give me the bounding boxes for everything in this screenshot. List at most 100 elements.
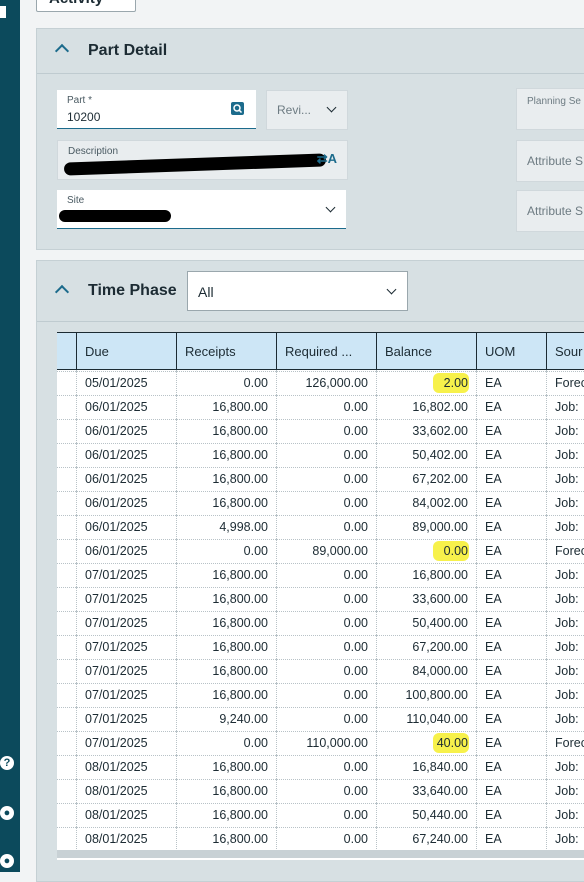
- row-selector[interactable]: [57, 827, 77, 851]
- row-selector[interactable]: [57, 467, 77, 491]
- cell-uom: EA: [477, 539, 547, 563]
- description-field[interactable]: Description ⇄A: [57, 140, 348, 180]
- table-row[interactable]: 06/01/2025 0.00 89,000.00 0.00 EA Forec: [57, 539, 584, 564]
- header-balance[interactable]: Balance: [377, 333, 477, 369]
- cell-source: Job:: [547, 563, 584, 587]
- part-field[interactable]: Part * 10200: [57, 90, 256, 129]
- table-row[interactable]: 07/01/2025 16,800.00 0.00 50,400.00 EA Job:: [57, 611, 584, 636]
- revision-dropdown[interactable]: Revi...: [266, 90, 348, 130]
- redaction-mark: [59, 210, 171, 222]
- time-phase-title: Time Phase: [88, 282, 177, 299]
- site-field[interactable]: Site: [57, 190, 346, 229]
- header-source[interactable]: Sour: [547, 333, 584, 369]
- cell-balance: 33,640.00: [377, 779, 477, 803]
- row-selector[interactable]: [57, 803, 77, 827]
- cell-balance: 67,200.00: [377, 635, 477, 659]
- row-selector[interactable]: [57, 587, 77, 611]
- cell-source: Forec: [547, 731, 584, 755]
- part-detail-header[interactable]: Part Detail: [37, 29, 584, 74]
- translate-icon[interactable]: ⇄A: [317, 151, 337, 167]
- header-receipts[interactable]: Receipts: [177, 333, 277, 369]
- row-selector[interactable]: [57, 683, 77, 707]
- table-row[interactable]: 08/01/2025 16,800.00 0.00 33,640.00 EA Job:: [57, 779, 584, 804]
- cell-required: 0.00: [277, 515, 377, 539]
- table-row[interactable]: 07/01/2025 16,800.00 0.00 100,800.00 EA Job:: [57, 683, 584, 708]
- help-icon[interactable]: ?: [0, 756, 14, 770]
- table-row[interactable]: 07/01/2025 16,800.00 0.00 67,200.00 EA Job:: [57, 635, 584, 660]
- grid-header: Due Receipts Required ... Balance UOM So…: [57, 332, 584, 370]
- row-selector[interactable]: [57, 707, 77, 731]
- table-row[interactable]: 08/01/2025 16,800.00 0.00 50,440.00 EA Job:: [57, 803, 584, 828]
- attribute-field-2[interactable]: Attribute S: [516, 190, 584, 232]
- cell-receipts: 16,800.00: [177, 779, 277, 803]
- header-required[interactable]: Required ...: [277, 333, 377, 369]
- row-selector[interactable]: [57, 731, 77, 755]
- cell-due: 06/01/2025: [77, 443, 177, 467]
- row-selector[interactable]: [57, 419, 77, 443]
- header-uom[interactable]: UOM: [477, 333, 547, 369]
- cell-due: 07/01/2025: [77, 563, 177, 587]
- cell-source: Job:: [547, 827, 584, 851]
- chevron-up-icon[interactable]: [54, 284, 70, 300]
- cell-uom: EA: [477, 515, 547, 539]
- row-selector[interactable]: [57, 515, 77, 539]
- cell-due: 08/01/2025: [77, 755, 177, 779]
- table-row[interactable]: 07/01/2025 0.00 110,000.00 40.00 EA Forec: [57, 731, 584, 756]
- chevron-up-icon[interactable]: [54, 43, 70, 59]
- table-row[interactable]: 08/01/2025 16,800.00 0.00 16,840.00 EA Job:: [57, 755, 584, 780]
- cell-due: 06/01/2025: [77, 515, 177, 539]
- table-row[interactable]: 07/01/2025 9,240.00 0.00 110,040.00 EA Job:: [57, 707, 584, 732]
- cell-uom: EA: [477, 779, 547, 803]
- table-row[interactable]: 07/01/2025 16,800.00 0.00 16,800.00 EA Job:: [57, 563, 584, 588]
- cell-receipts: 0.00: [177, 539, 277, 563]
- cell-receipts: 16,800.00: [177, 443, 277, 467]
- table-row[interactable]: 05/01/2025 0.00 126,000.00 2.00 EA Forec: [57, 371, 584, 396]
- cell-source: Job:: [547, 659, 584, 683]
- row-selector[interactable]: [57, 491, 77, 515]
- table-row[interactable]: 08/01/2025 16,800.00 0.00 67,240.00 EA Job:: [57, 827, 584, 852]
- row-selector[interactable]: [57, 371, 77, 395]
- table-row[interactable]: 06/01/2025 16,800.00 0.00 33,602.00 EA Job:: [57, 419, 584, 444]
- select-column-header[interactable]: [57, 333, 77, 369]
- header-due[interactable]: Due: [77, 333, 177, 369]
- activity-tab[interactable]: Activity: [36, 0, 136, 12]
- table-row[interactable]: 06/01/2025 16,800.00 0.00 67,202.00 EA Job:: [57, 467, 584, 492]
- cell-due: 06/01/2025: [77, 467, 177, 491]
- cell-due: 08/01/2025: [77, 803, 177, 827]
- row-selector[interactable]: [57, 539, 77, 563]
- row-selector[interactable]: [57, 635, 77, 659]
- cell-receipts: 16,800.00: [177, 587, 277, 611]
- bell-icon[interactable]: ●: [0, 806, 14, 820]
- table-row[interactable]: 06/01/2025 16,800.00 0.00 16,802.00 EA Job:: [57, 395, 584, 420]
- time-phase-filter[interactable]: All: [187, 271, 408, 311]
- search-icon[interactable]: [231, 102, 244, 115]
- table-row[interactable]: 07/01/2025 16,800.00 0.00 33,600.00 EA Job:: [57, 587, 584, 612]
- row-selector[interactable]: [57, 563, 77, 587]
- table-row[interactable]: 06/01/2025 16,800.00 0.00 84,002.00 EA Job:: [57, 491, 584, 516]
- table-row[interactable]: 06/01/2025 16,800.00 0.00 50,402.00 EA Job:: [57, 443, 584, 468]
- attribute-field-1[interactable]: Attribute S: [516, 140, 584, 182]
- planning-field[interactable]: Planning Se: [516, 88, 584, 130]
- row-selector[interactable]: [57, 395, 77, 419]
- time-phase-grid: 05/01/20252,982.000.00126,002.00EAJob:05…: [57, 332, 584, 860]
- planning-label: Planning Se: [527, 96, 581, 107]
- cell-receipts: 16,800.00: [177, 563, 277, 587]
- user-icon[interactable]: ●: [0, 854, 14, 868]
- revision-label: Revi...: [277, 103, 312, 117]
- cell-required: 0.00: [277, 635, 377, 659]
- cell-uom: EA: [477, 443, 547, 467]
- cell-source: Job:: [547, 803, 584, 827]
- row-selector[interactable]: [57, 779, 77, 803]
- grid-horizontal-scrollbar[interactable]: [57, 850, 584, 858]
- row-selector[interactable]: [57, 755, 77, 779]
- row-selector[interactable]: [57, 659, 77, 683]
- table-row[interactable]: 07/01/2025 16,800.00 0.00 84,000.00 EA Job:: [57, 659, 584, 684]
- row-selector[interactable]: [57, 611, 77, 635]
- cell-required: 0.00: [277, 827, 377, 851]
- cell-source: Job:: [547, 443, 584, 467]
- row-selector[interactable]: [57, 443, 77, 467]
- cell-required: 0.00: [277, 683, 377, 707]
- grid-icon[interactable]: [0, 6, 6, 18]
- table-row[interactable]: 06/01/2025 4,998.00 0.00 89,000.00 EA Job:: [57, 515, 584, 540]
- cell-due: 07/01/2025: [77, 707, 177, 731]
